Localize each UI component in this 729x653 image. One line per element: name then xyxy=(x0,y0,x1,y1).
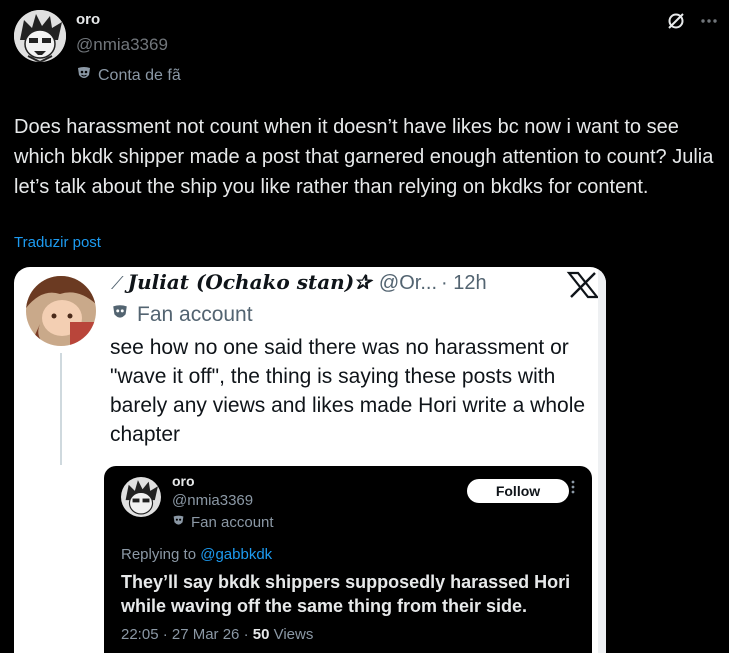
embed-name-line: ⟋ Juliat (Ochako stan)✰ @Or... · 12h xyxy=(111,270,487,295)
card-scrollbar xyxy=(598,267,606,653)
more-icon[interactable] xyxy=(697,9,721,33)
quoted-meta: 22:05 · 27 Mar 26 · 50 Views xyxy=(121,626,313,643)
mask-icon xyxy=(111,303,129,327)
embed-badge: Fan account xyxy=(111,303,253,327)
quoted-avatar xyxy=(121,477,161,517)
quoted-name: oro xyxy=(172,473,195,489)
fan-badge-label: Conta de fã xyxy=(98,66,181,84)
post-text: Does harassment not count when it doesn’… xyxy=(14,116,714,198)
quoted-views-label: Views xyxy=(273,626,314,643)
quoted-text: They’ll say bkdk shippers supposedly har… xyxy=(121,572,571,616)
embed-text: see how no one said there was no harassm… xyxy=(110,336,586,446)
embed-handle: @Or... xyxy=(378,272,438,294)
quoted-views-count: 50 xyxy=(252,626,270,643)
quoted-badge: Fan account xyxy=(172,514,274,531)
embed-time: · 12h xyxy=(441,272,487,294)
quoted-replying: Replying to @gabbkdk xyxy=(121,546,272,563)
avatar[interactable] xyxy=(14,10,66,62)
translate-link[interactable]: Traduzir post xyxy=(14,234,101,251)
grok-icon[interactable] xyxy=(664,9,688,33)
mask-icon xyxy=(172,514,185,531)
replying-prefix: Replying to xyxy=(121,546,197,563)
quoted-badge-label: Fan account xyxy=(191,514,274,531)
author-handle[interactable]: @nmia3369 xyxy=(76,35,168,55)
x-logo-icon xyxy=(566,271,600,299)
replying-handle: @gabbkdk xyxy=(200,546,273,563)
quoted-meta-time: 22:05 · 27 Mar 26 · xyxy=(121,626,249,643)
embed-sword-icon: ⟋ xyxy=(111,273,124,293)
embed-name: Juliat (Ochako stan)✰ xyxy=(127,270,371,294)
mask-icon xyxy=(76,65,92,86)
quoted-more-icon xyxy=(570,479,576,495)
embed-vertical-line xyxy=(60,353,62,465)
follow-button: Follow xyxy=(467,479,569,503)
embed-avatar xyxy=(26,276,96,346)
embed-badge-label: Fan account xyxy=(137,303,253,326)
embedded-image[interactable]: ⟋ Juliat (Ochako stan)✰ @Or... · 12h Fan… xyxy=(14,267,606,653)
author-name[interactable]: oro xyxy=(76,11,100,28)
fan-badge: Conta de fã xyxy=(76,65,181,86)
quoted-handle: @nmia3369 xyxy=(172,492,254,509)
